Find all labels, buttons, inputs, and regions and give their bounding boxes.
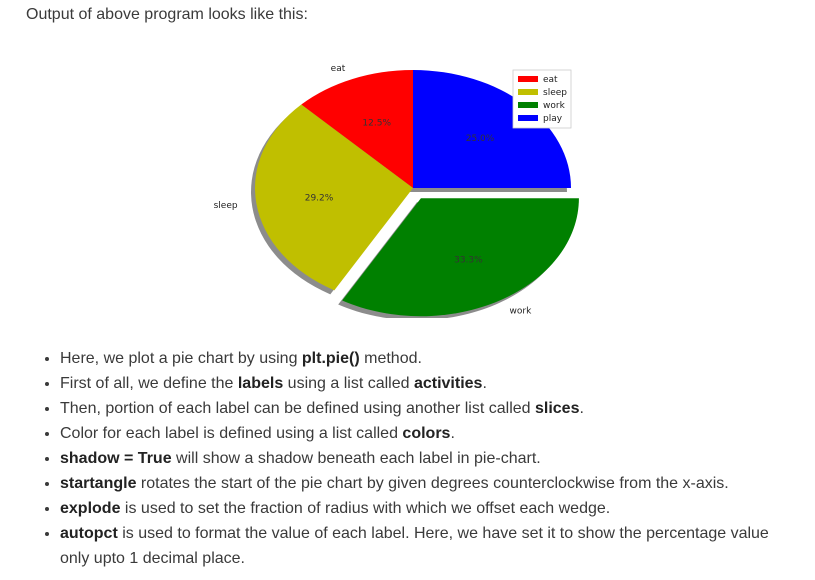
pie-chart: 12.5% 29.2% 33.3% 25.0% eat sleep work play eat s… — [214, 64, 579, 318]
legend-swatch — [518, 76, 538, 82]
legend-entry: sleep — [543, 88, 567, 98]
pie-pct-label: 25.0% — [466, 134, 495, 144]
note-item: startangle rotates the start of the pie … — [60, 471, 800, 496]
note-item: First of all, we define the labels using… — [60, 371, 800, 396]
legend-swatch — [518, 102, 538, 108]
legend-entry: work — [543, 101, 566, 111]
notes-list: Here, we plot a pie chart by using plt.p… — [40, 346, 800, 571]
legend-swatch — [518, 89, 538, 95]
note-item: autopct is used to format the value of e… — [60, 521, 800, 571]
note-item: explode is used to set the fraction of r… — [60, 496, 800, 521]
pie-category-label: work — [510, 307, 533, 317]
note-item: Color for each label is defined using a … — [60, 421, 800, 446]
pie-pct-label: 29.2% — [305, 193, 334, 203]
legend-swatch — [518, 115, 538, 121]
pie-category-label: sleep — [214, 201, 238, 211]
pie-pct-label: 12.5% — [362, 119, 391, 129]
legend-entry: play — [543, 114, 563, 124]
note-item: Here, we plot a pie chart by using plt.p… — [60, 346, 800, 371]
note-item: shadow = True will show a shadow beneath… — [60, 446, 800, 471]
note-item: Then, portion of each label can be defin… — [60, 396, 800, 421]
legend-entry: eat — [543, 75, 558, 85]
intro-text: Output of above program looks like this: — [26, 6, 308, 23]
pie-pct-label: 33.3% — [454, 255, 483, 265]
pie-category-label: eat — [331, 64, 346, 74]
